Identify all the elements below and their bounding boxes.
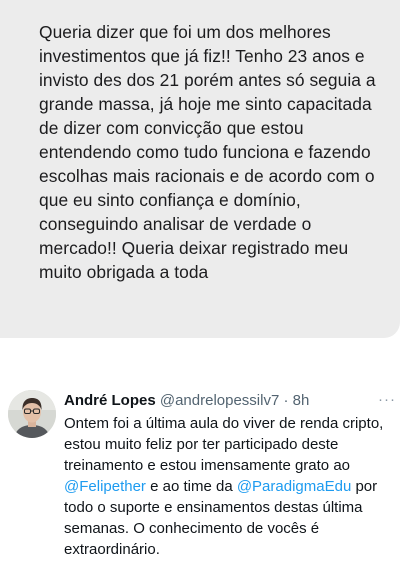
- tweet-header: André Lopes @andrelopessilv7 · 8h ···: [64, 390, 396, 412]
- author-handle[interactable]: @andrelopessilv7: [160, 392, 279, 409]
- avatar-photo: [8, 390, 56, 438]
- message-bubble: Queria dizer que foi um dos melhores inv…: [0, 0, 400, 338]
- header-separator: ·: [283, 392, 289, 409]
- mention-link[interactable]: @Felipether: [64, 478, 146, 495]
- tweet-timestamp[interactable]: 8h: [293, 392, 310, 409]
- avatar[interactable]: [8, 390, 56, 438]
- tweet-card[interactable]: André Lopes @andrelopessilv7 · 8h ··· On…: [0, 384, 410, 572]
- author-name[interactable]: André Lopes: [64, 392, 156, 409]
- tweet-text-part: e ao time da: [145, 478, 237, 495]
- mention-link[interactable]: @ParadigmaEdu: [237, 478, 351, 495]
- tweet-text: Ontem foi a última aula do viver de rend…: [64, 413, 400, 560]
- more-horizontal-icon[interactable]: ···: [378, 390, 396, 410]
- tweet-text-part: Ontem foi a última aula do viver de rend…: [64, 415, 384, 474]
- message-text: Queria dizer que foi um dos melhores inv…: [39, 22, 376, 282]
